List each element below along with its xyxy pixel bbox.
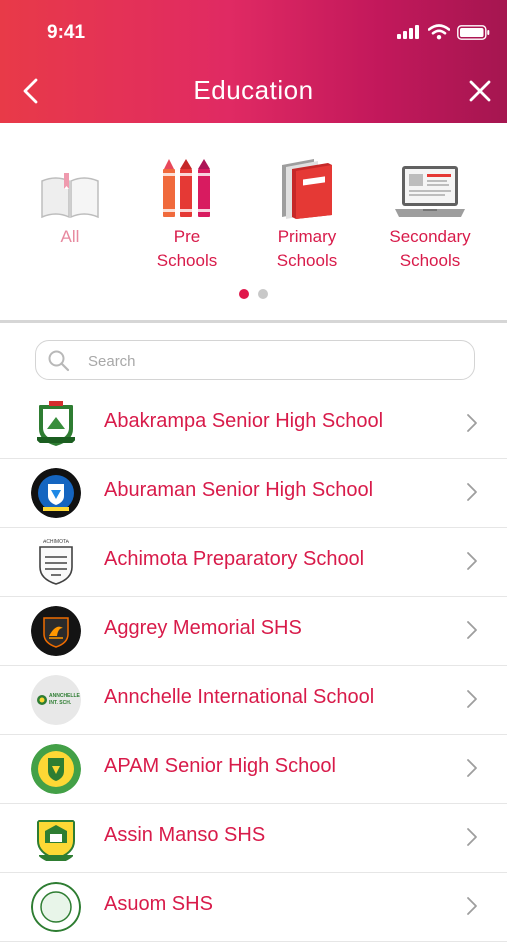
school-logo (31, 606, 81, 656)
chevron-right-icon (467, 690, 477, 708)
school-name: Aggrey Memorial SHS (104, 617, 302, 639)
page-title: Education (193, 75, 314, 105)
list-item[interactable]: Aburaman Senior High School (0, 459, 507, 528)
laptop-icon (395, 166, 465, 217)
crest-icon (31, 468, 81, 518)
close-button[interactable] (463, 74, 497, 108)
list-item[interactable]: ACHIMOTA Achimota Preparatory School (0, 528, 507, 597)
school-name: Annchelle International School (104, 686, 375, 708)
page-indicator[interactable] (0, 289, 507, 299)
category-label-line: Primary (277, 227, 337, 246)
list-item[interactable]: Abakrampa Senior High School (0, 390, 507, 459)
category-all-label: All (60, 227, 80, 246)
signal-icon (397, 25, 419, 39)
category-label-line: Secondary (389, 227, 471, 246)
books-icon (282, 159, 332, 219)
school-list[interactable]: Abakrampa Senior High School Aburaman Se… (0, 390, 507, 942)
category-primary-schools[interactable]: Primary Schools (247, 151, 367, 273)
status-time: 9:41 (47, 22, 86, 43)
school-name: Abakrampa Senior High School (104, 410, 384, 432)
section-divider (0, 320, 507, 323)
crest-icon (31, 744, 81, 794)
category-all[interactable]: All (10, 151, 130, 249)
crest-icon (31, 813, 81, 863)
category-pre-schools[interactable]: Pre Schools (127, 151, 247, 273)
category-label-line: Schools (276, 251, 338, 270)
school-logo: ANNCHELLE INT. SCH. (31, 675, 81, 725)
list-item[interactable]: Aggrey Memorial SHS (0, 597, 507, 666)
category-label-line: Pre (173, 227, 201, 246)
search-icon (48, 350, 70, 372)
list-item[interactable]: Assin Manso SHS (0, 804, 507, 873)
category-label-line: Schools (156, 251, 218, 270)
school-logo (31, 399, 81, 449)
chevron-right-icon (467, 552, 477, 570)
close-icon (469, 80, 491, 102)
list-item[interactable]: ANNCHELLE INT. SCH. Annchelle Internatio… (0, 666, 507, 735)
school-logo: ACHIMOTA (31, 537, 81, 587)
category-label-line: Schools (399, 251, 461, 270)
list-item[interactable]: Asuom SHS (0, 873, 507, 942)
category-pre-schools-label: Pre Schools (127, 225, 247, 273)
chevron-right-icon (467, 483, 477, 501)
school-name: Aburaman Senior High School (104, 479, 374, 501)
page-dot-active[interactable] (239, 289, 249, 299)
school-name: Assin Manso SHS (104, 824, 266, 846)
school-name: Achimota Preparatory School (104, 548, 365, 570)
list-item[interactable]: APAM Senior High School (0, 735, 507, 804)
chevron-right-icon (467, 414, 477, 432)
search-bar[interactable] (35, 340, 475, 380)
chevron-right-icon (467, 828, 477, 846)
school-logo-caption: ANNCHELLE INT. SCH. (49, 693, 80, 706)
school-logo (31, 744, 81, 794)
crest-icon (31, 606, 81, 656)
chevron-right-icon (467, 759, 477, 777)
book-icon (41, 173, 99, 219)
school-logo (31, 882, 81, 932)
status-icons (397, 24, 490, 40)
crest-icon (31, 399, 81, 449)
wifi-icon (428, 24, 450, 40)
page-dot[interactable] (258, 289, 268, 299)
battery-icon (457, 24, 490, 40)
crayons-icon (163, 159, 210, 217)
school-logo-caption: ACHIMOTA (42, 539, 70, 545)
category-secondary-schools-label: Secondary Schools (370, 225, 490, 273)
crest-icon (31, 882, 81, 932)
search-input[interactable] (86, 347, 460, 375)
school-logo (31, 813, 81, 863)
app-header: 9:41 Education (0, 0, 507, 123)
school-name: Asuom SHS (104, 893, 213, 915)
category-primary-schools-label: Primary Schools (247, 225, 367, 273)
category-carousel[interactable]: All Pre Schools Primary Schools Secondar… (0, 123, 507, 320)
chevron-right-icon (467, 897, 477, 915)
category-secondary-schools[interactable]: Secondary Schools (370, 151, 490, 273)
chevron-right-icon (467, 621, 477, 639)
school-logo (31, 468, 81, 518)
school-name: APAM Senior High School (104, 755, 336, 777)
